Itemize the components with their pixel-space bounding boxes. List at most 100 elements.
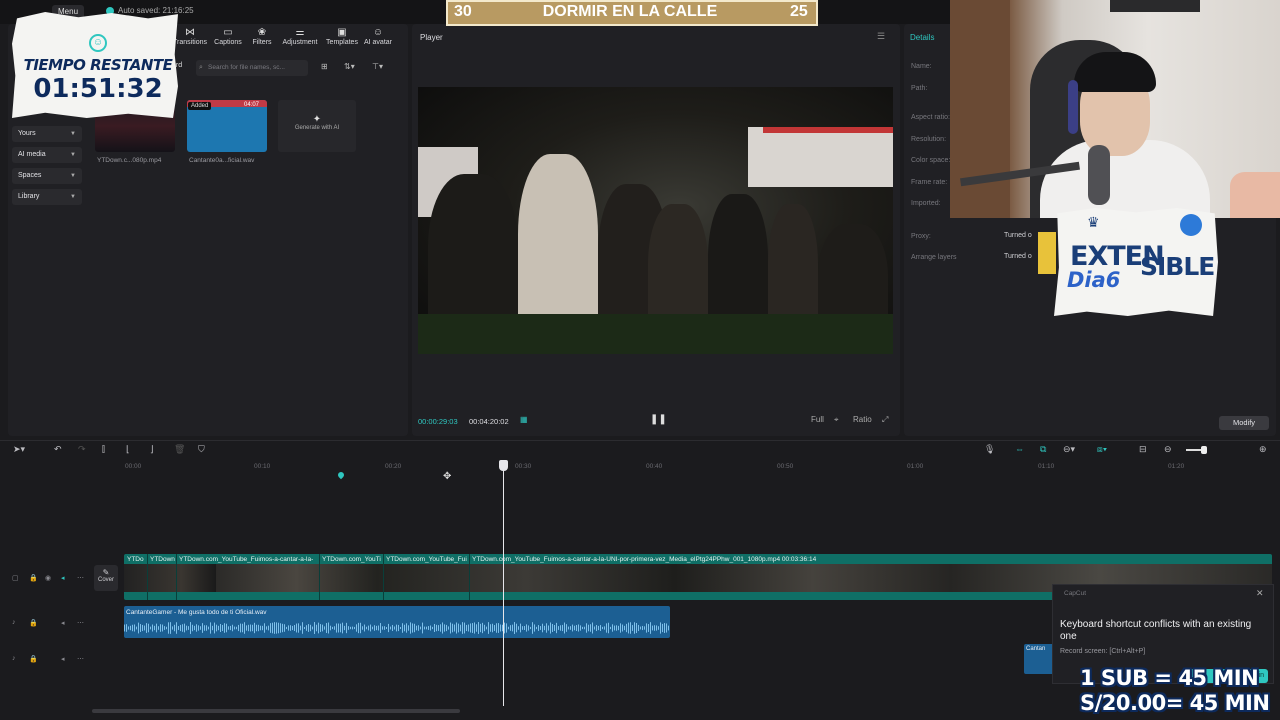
volume-icon[interactable]: ◂ <box>61 619 65 627</box>
clip-label: YTDown <box>150 556 175 563</box>
more-icon[interactable]: ⋯ <box>77 574 84 582</box>
ruler-tick: 00:10 <box>254 463 271 470</box>
pause-button[interactable]: ❚❚ <box>650 414 667 425</box>
sticky-note <box>1038 232 1056 274</box>
sort-icon[interactable]: ⇅▾ <box>344 62 355 71</box>
banner-left-number: 30 <box>454 3 472 20</box>
clip-label: YTDo <box>127 556 144 563</box>
captions-toggle-icon[interactable]: ⊟ <box>1139 444 1147 455</box>
clip-label: YTDown.com_YouTube_Fuimos-a-cantar-a-la-… <box>472 556 817 563</box>
expand-icon[interactable]: ⤢ <box>882 415 888 425</box>
generate-with-ai-button[interactable]: ✦ Generate with AI <box>278 100 356 152</box>
filter-icon[interactable]: ⊤▾ <box>372 62 383 71</box>
banner-title: DORMIR EN LA CALLE <box>542 3 718 20</box>
banner-right-number: 25 <box>790 3 808 20</box>
undo-icon[interactable]: ↶ <box>54 444 62 455</box>
tab-filters[interactable]: ❀ Filters <box>242 26 282 46</box>
chevron-down-icon: ▼ <box>70 131 76 137</box>
autosave-status: Auto saved: 21:16:25 <box>118 6 194 15</box>
ruler-tick: 00:20 <box>385 463 402 470</box>
edit-icon: ✎ <box>102 568 110 577</box>
playhead[interactable] <box>503 462 504 706</box>
fullscreen-preview-icon[interactable]: Full <box>811 415 824 424</box>
playhead-handle[interactable] <box>499 460 508 471</box>
hamburger-menu-icon[interactable]: ☰ <box>877 31 885 42</box>
nav-item-ai-media[interactable]: AI media ▼ <box>12 147 82 163</box>
detail-label-frame-rate: Frame rate: <box>911 179 948 186</box>
tab-ai-avatar[interactable]: ☺ AI avatar <box>358 26 398 46</box>
audio-waveform <box>124 622 669 634</box>
templates-icon: ▣ <box>337 27 347 38</box>
sub-price-line: 1 SUB = 45 MIN <box>1080 666 1259 690</box>
timeline-scrollbar[interactable] <box>92 709 460 713</box>
clip-divider <box>147 554 148 600</box>
auto-snap-icon[interactable]: ⧈▾ <box>1097 444 1107 455</box>
more-icon[interactable]: ⋯ <box>77 655 84 663</box>
timecode-total: 00:04:20:02 <box>469 417 509 426</box>
crop-icon[interactable]: ⌖ <box>834 415 839 425</box>
clip-divider <box>319 554 320 600</box>
details-title[interactable]: Details <box>910 33 934 42</box>
grid-view-icon[interactable]: ⊞ <box>321 62 328 71</box>
lock-icon[interactable]: 🔒 <box>29 655 38 663</box>
select-tool-icon[interactable]: ➤▾ <box>13 444 25 455</box>
toast-subtitle: Record screen: [Ctrl+Alt+P] <box>1060 648 1146 655</box>
zoom-slider-handle[interactable] <box>1201 446 1207 454</box>
filters-icon: ❀ <box>257 27 267 38</box>
timer-value: 01:51:32 <box>33 74 163 104</box>
video-preview[interactable] <box>418 87 893 354</box>
ruler-tick: 00:40 <box>646 463 663 470</box>
webcam-overlay <box>950 0 1280 218</box>
donation-price-line: S/20.00= 45 MIN <box>1080 691 1270 715</box>
clip-label: YTDown.com_YouTube_Fuimos-a-cantar-a-la- <box>179 556 314 563</box>
nav-item-yours[interactable]: Yours ▼ <box>12 126 82 142</box>
trim-left-icon[interactable]: ⌊ <box>126 444 130 455</box>
audio-on-icon[interactable]: ◂ <box>61 574 65 582</box>
ruler-tick: 01:20 <box>1168 463 1185 470</box>
link-clips-icon[interactable]: ⇔ <box>1015 444 1024 454</box>
eye-icon[interactable]: ◉ <box>45 574 51 582</box>
chevron-down-icon: ▼ <box>70 194 76 200</box>
search-icon: ⌕ <box>199 64 203 71</box>
audio-clip-2-label: Cantan <box>1026 646 1046 652</box>
redo-icon[interactable]: ↷ <box>78 444 86 455</box>
arrange-layers-value: Turned o <box>1004 253 1032 260</box>
microphone-icon[interactable]: 🎙 <box>984 444 995 455</box>
snap-icon[interactable]: ⧉ <box>1040 444 1046 455</box>
ruler-tick: 00:00 <box>125 463 142 470</box>
shield-icon[interactable]: ⛉ <box>198 444 205 455</box>
zoom-out-icon[interactable]: ⊖ <box>1164 444 1172 455</box>
player-title: Player <box>420 33 443 42</box>
nav-item-library[interactable]: Library ▼ <box>12 189 82 205</box>
media-caption-audio: Cantante0a...ficial.wav <box>189 157 255 164</box>
badge-word-sible: SIBLE <box>1140 252 1215 281</box>
ratio-button[interactable]: Ratio <box>853 415 872 424</box>
move-cursor-icon: ✥ <box>443 471 452 482</box>
split-icon[interactable]: ⫿ <box>102 444 105 455</box>
modify-button[interactable]: Modify <box>1219 416 1269 430</box>
more-icon[interactable]: ⋯ <box>77 619 84 627</box>
detail-label-name: Name: <box>911 63 932 70</box>
volume-icon[interactable]: ◂ <box>61 655 65 663</box>
smiley-icon: ☺ <box>89 34 107 52</box>
detail-label-aspect-ratio: Aspect ratio: <box>911 114 950 121</box>
cover-button[interactable]: ✎ Cover <box>94 565 118 591</box>
audio-clip-label: CantanteGamer - Me gusta todo de ti Ofic… <box>126 609 267 616</box>
timeline-toolbar <box>0 440 1280 462</box>
media-caption-video: YTDown.c...080p.mp4 <box>97 157 162 164</box>
adjustment-icon: ⚌ <box>295 27 305 38</box>
preview-axis-icon[interactable]: ⊖▾ <box>1063 444 1075 455</box>
timeline-marker-icon[interactable] <box>336 470 346 480</box>
tab-adjustment[interactable]: ⚌ Adjustment <box>280 26 320 46</box>
zoom-in-icon[interactable]: ⊕ <box>1259 444 1267 455</box>
close-icon[interactable]: ✕ <box>1256 588 1264 599</box>
toast-title: Keyboard shortcut conflicts with an exis… <box>1060 619 1252 642</box>
nav-item-spaces[interactable]: Spaces ▼ <box>12 168 82 184</box>
lock-icon[interactable]: 🔒 <box>29 574 38 582</box>
trim-right-icon[interactable]: ⌋ <box>150 444 154 455</box>
lock-icon[interactable]: 🔒 <box>29 619 38 627</box>
delete-icon[interactable]: 🗑 <box>174 444 185 455</box>
tab-templates[interactable]: ▣ Templates <box>322 26 362 46</box>
toast-app-name: CapCut <box>1064 590 1087 597</box>
search-input[interactable]: ⌕ Search for file names, sc... <box>196 60 308 76</box>
